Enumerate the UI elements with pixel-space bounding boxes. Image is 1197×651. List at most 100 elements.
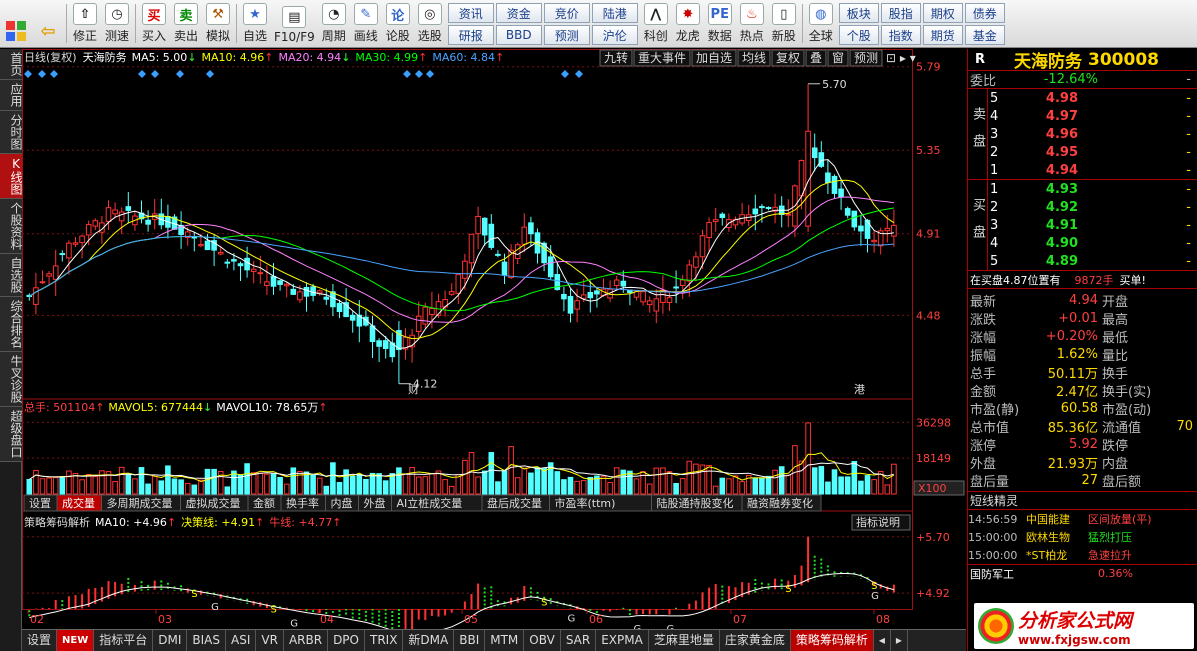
new-stock-icon: ▯ [771, 3, 796, 25]
buy-level-3[interactable]: 3 4.91 - [988, 216, 1197, 234]
toolbar-quick-4[interactable]: 研报 [447, 25, 494, 45]
candle-body [429, 308, 435, 315]
indicator-tab-6[interactable]: VR [256, 630, 284, 651]
toolbar-market-5[interactable]: 指数 [880, 25, 921, 45]
indicator-tab-17[interactable]: 庄家黄金底 [720, 630, 791, 651]
kline-chart-area[interactable]: 日线(复权) 天海防务 MA5: 5.00↓ MA10: 4.96↑ MA20: 4.9… [22, 49, 966, 650]
left-button-2[interactable]: ⇧ 修正 [69, 0, 101, 47]
sprite-row[interactable]: 15:00:00 *ST柏龙 急速拉升 [968, 546, 1197, 564]
left-button-10[interactable]: ✎ 画线 [350, 0, 382, 47]
indicator-tab-11[interactable]: BBI [454, 630, 486, 651]
sell-level-1[interactable]: 1 4.94 - [988, 161, 1197, 179]
gang-marker[interactable]: 港 [854, 383, 865, 396]
toolbar-quick-7[interactable]: 沪伦 [591, 25, 638, 45]
buy-level-2[interactable]: 2 4.92 - [988, 198, 1197, 216]
buy-level-5[interactable]: 5 4.89 - [988, 252, 1197, 270]
sell-level-5[interactable]: 5 4.98 - [988, 89, 1197, 107]
left-tab-5[interactable]: 自选股 [0, 254, 23, 297]
indicator-tab-5[interactable]: ASI [226, 630, 257, 651]
date-axis-label-0: 02 [30, 613, 44, 626]
left-button-11[interactable]: 论论股 [382, 0, 414, 47]
buy-level-1[interactable]: 1 4.93 - [988, 180, 1197, 198]
left-button-6[interactable]: ⚒ 模拟 [202, 0, 234, 47]
indicator-tab-15[interactable]: EXPMA [596, 630, 649, 651]
tabs-scroll-left-icon[interactable]: ◂ [874, 630, 891, 651]
sell-level-2[interactable]: 2 4.95 - [988, 143, 1197, 161]
toolbar-market-3[interactable]: 债券 [964, 3, 1005, 23]
left-tab-0[interactable]: 首页 [0, 49, 23, 80]
right-button-1[interactable]: ✸ 龙虎 [672, 0, 704, 47]
toolbar-market-7[interactable]: 基金 [964, 25, 1005, 45]
stat-row: 外盘 21.93万 内盘 [968, 453, 1197, 472]
buy-level-4[interactable]: 4 4.90 - [988, 234, 1197, 252]
indicator-tab-2[interactable]: 指标平台 [94, 630, 154, 651]
toolbar-market-4[interactable]: 个股 [838, 25, 879, 45]
indicator-tab-10[interactable]: 新DMA [403, 630, 455, 651]
volume-bar [396, 467, 402, 495]
left-button-3[interactable]: ◷ 测速 [101, 0, 133, 47]
left-button-8[interactable]: ▤ F10/F9 [271, 0, 318, 47]
sprite-title[interactable]: 短线精灵 [968, 492, 1197, 510]
indicator-tab-16[interactable]: 芝麻里地量 [649, 630, 720, 651]
left-tab-8[interactable]: 超级盘口 [0, 407, 23, 462]
toolbar-quick-1[interactable]: 资金 [495, 3, 542, 23]
left-button-12[interactable]: ◎ 选股 [414, 0, 446, 47]
sprite-row[interactable]: 15:00:00 欧林生物 猛烈打压 [968, 528, 1197, 546]
indicator-tab-13[interactable]: OBV [524, 630, 561, 651]
kline-chart-svg[interactable]: 日线(复权) 天海防务 MA5: 5.00↓ MA10: 4.96↑ MA20: 4.9… [22, 49, 966, 650]
toolbar-quick-3[interactable]: 陆港 [591, 3, 638, 23]
left-button-7[interactable]: ★ 自选 [239, 0, 271, 47]
left-tab-3[interactable]: K线图 [0, 154, 23, 199]
toolbar-market-2[interactable]: 期权 [922, 3, 963, 23]
right-button-3[interactable]: ♨ 热点 [736, 0, 768, 47]
toolbar-market-6[interactable]: 期货 [922, 25, 963, 45]
candle-body [673, 286, 679, 289]
cai-marker[interactable]: 财 [408, 382, 419, 396]
indicator-tab-3[interactable]: DMI [153, 630, 188, 651]
sell-level-3[interactable]: 3 4.96 - [988, 125, 1197, 143]
left-tab-7[interactable]: 牛叉诊股 [0, 352, 23, 407]
volume-bar [99, 470, 105, 495]
chart-background [22, 49, 966, 629]
right-button-label: 龙虎 [675, 29, 700, 43]
indicator-tab-0[interactable]: 设置 [22, 630, 58, 651]
toolbar-quick-6[interactable]: 预测 [543, 25, 590, 45]
indicator-tab-9[interactable]: TRIX [365, 630, 404, 651]
right-button-2[interactable]: PE 数据 [704, 0, 736, 47]
left-button-5[interactable]: 卖卖出 [170, 0, 202, 47]
toolbar-quick-0[interactable]: 资讯 [447, 3, 494, 23]
sell-level-4[interactable]: 4 4.97 - [988, 107, 1197, 125]
left-tab-2[interactable]: 分时图 [0, 111, 23, 154]
left-button-0[interactable] [0, 0, 32, 47]
left-button-4[interactable]: 买买入 [138, 0, 170, 47]
sector-row[interactable]: 国防军工 0.36% [968, 564, 1197, 582]
left-button-9[interactable]: ◔ 周期 [318, 0, 350, 47]
indicator-tab-4[interactable]: BIAS [187, 630, 227, 651]
tabs-scroll-right-icon[interactable]: ▸ [891, 630, 908, 651]
toolbar-more-icon[interactable]: ⊡ ▸ ▾ [886, 51, 916, 65]
toolbar-quick-2[interactable]: 竞价 [543, 3, 590, 23]
volume-tab-label-6: 内盘 [331, 496, 353, 510]
toolbar-quick-5[interactable]: BBD [495, 25, 542, 45]
sprite-row[interactable]: 14:56:59 中国能建 区间放量(平) [968, 510, 1197, 528]
indicator-tab-18[interactable]: 策略筹码解析 [790, 630, 874, 651]
left-button-1[interactable]: ⇦ [32, 0, 64, 47]
candle-body [310, 286, 316, 296]
indicator-tab-7[interactable]: ARBR [284, 630, 329, 651]
volume-bar [541, 468, 547, 495]
right-button-0[interactable]: ⋀ 科创 [640, 0, 672, 47]
right-button-5[interactable]: ◍ 全球 [805, 0, 837, 47]
toolbar-market-0[interactable]: 板块 [838, 3, 879, 23]
right-button-4[interactable]: ▯ 新股 [768, 0, 800, 47]
indicator-tab-1[interactable]: NEW [57, 630, 95, 651]
volume-bar [336, 482, 343, 495]
volume-bar [92, 476, 99, 495]
left-tab-1[interactable]: 应用 [0, 80, 23, 111]
indicator-tab-14[interactable]: SAR [561, 630, 597, 651]
toolbar-market-1[interactable]: 股指 [880, 3, 921, 23]
left-tab-6[interactable]: 综合排名 [0, 297, 23, 352]
indicator-tab-8[interactable]: DPO [328, 630, 365, 651]
indicator-tab-12[interactable]: MTM [485, 630, 525, 651]
stat-label: 涨幅 [970, 330, 997, 346]
left-tab-4[interactable]: 个股资料 [0, 199, 23, 254]
